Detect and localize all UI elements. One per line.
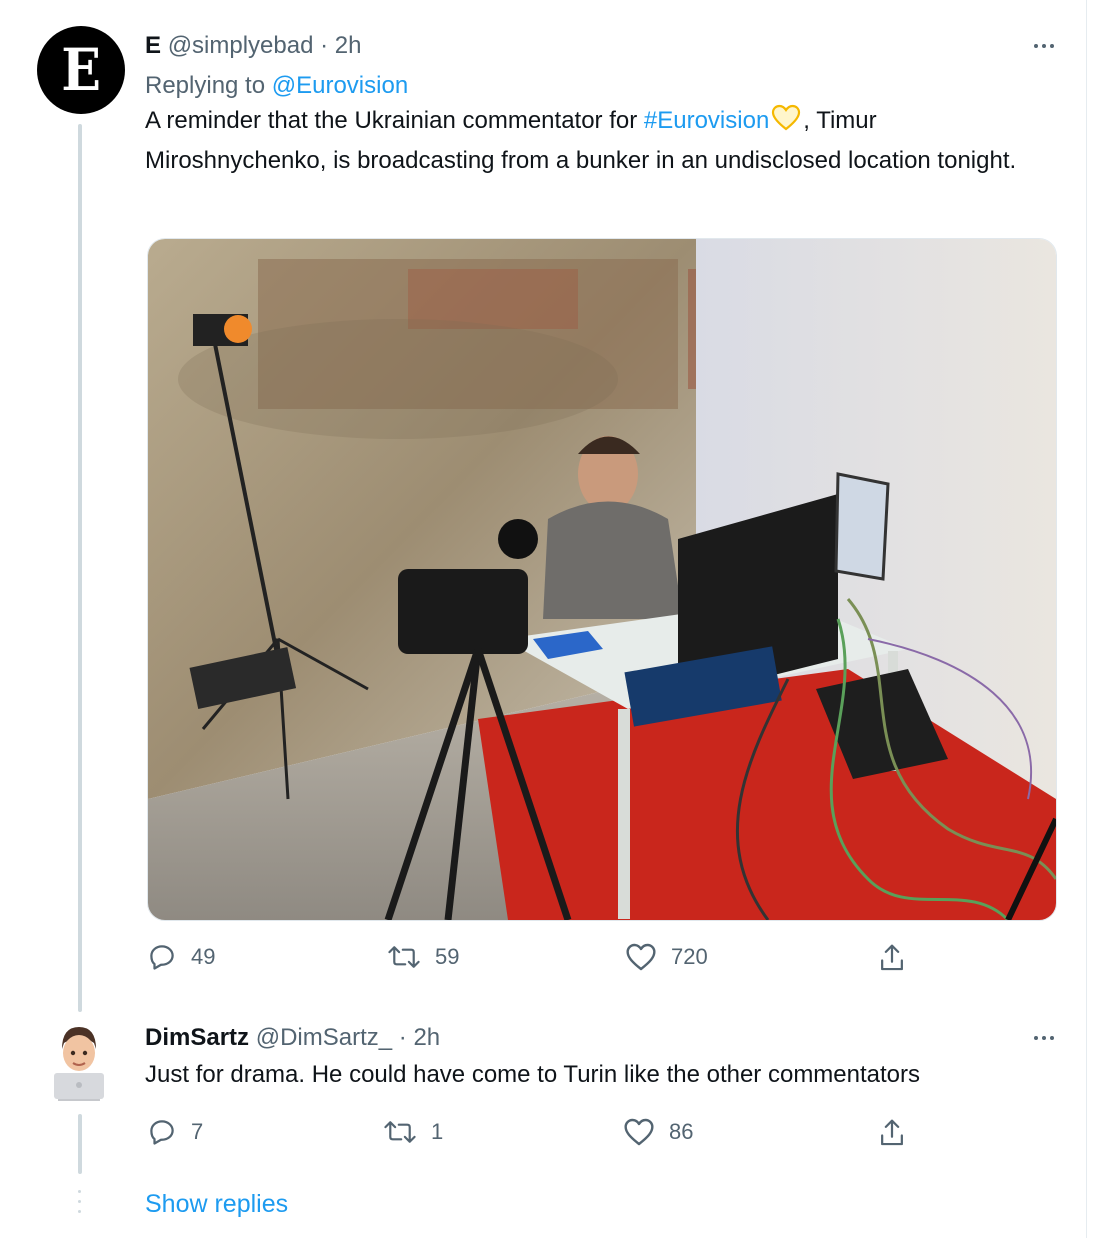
- tweet-header: DimSartz @DimSartz_ · 2h: [145, 1023, 1064, 1053]
- share-button[interactable]: [877, 942, 907, 974]
- heart-icon: [626, 943, 656, 971]
- photo-commentator-bunker: [148, 239, 1056, 920]
- share-icon: [881, 944, 903, 971]
- tweet-text: A reminder that the Ukrainian commentato…: [145, 103, 1064, 179]
- more-options-icon[interactable]: [1024, 1023, 1064, 1053]
- reply-button[interactable]: 7: [147, 1117, 203, 1147]
- replying-to-label: Replying to: [145, 72, 266, 99]
- tweet-actions: 7 1 86: [147, 1117, 927, 1157]
- tweet-2[interactable]: DimSartz @DimSartz_ · 2h Just for drama.…: [145, 1023, 1064, 1093]
- like-count: 720: [671, 944, 708, 969]
- show-replies-link[interactable]: Show replies: [145, 1190, 288, 1219]
- retweet-icon: [384, 1121, 416, 1143]
- heart-icon: [624, 1118, 654, 1146]
- user-handle[interactable]: @DimSartz_: [256, 1024, 392, 1051]
- reply-count: 7: [191, 1119, 204, 1144]
- avatar[interactable]: E: [37, 26, 125, 114]
- retweet-button[interactable]: 1: [383, 1117, 443, 1147]
- memoji-laptop-avatar[interactable]: [50, 1023, 108, 1103]
- separator-dot: ·: [320, 32, 329, 59]
- tweet-1[interactable]: E @simplyebad · 2h Replying to @Eurovisi…: [145, 31, 1064, 179]
- tweet-text: Just for drama. He could have come to Tu…: [145, 1061, 921, 1088]
- retweet-button[interactable]: 59: [387, 942, 459, 972]
- reply-button[interactable]: 49: [147, 942, 215, 972]
- timestamp[interactable]: 2h: [335, 32, 362, 59]
- timestamp[interactable]: 2h: [413, 1024, 440, 1051]
- thread-line-2: [78, 1114, 82, 1174]
- replying-to-link[interactable]: @Eurovision: [272, 72, 408, 99]
- tweet-photo[interactable]: [147, 238, 1057, 921]
- tweet-actions: 49 59 720: [147, 942, 927, 982]
- yellow-heart-icon: [771, 104, 801, 143]
- reply-icon: [150, 1120, 174, 1145]
- like-button[interactable]: 86: [623, 1117, 693, 1147]
- replying-to: Replying to @Eurovision: [145, 71, 1064, 101]
- retweet-count: 59: [435, 944, 460, 969]
- retweet-count: 1: [431, 1119, 444, 1144]
- user-handle[interactable]: @simplyebad: [168, 32, 314, 59]
- thread-dots: [78, 1190, 82, 1220]
- share-icon: [881, 1119, 903, 1146]
- like-count: 86: [669, 1119, 694, 1144]
- share-button[interactable]: [877, 1117, 907, 1149]
- like-button[interactable]: 720: [625, 942, 708, 972]
- more-options-icon[interactable]: [1024, 31, 1064, 61]
- reply-icon: [150, 945, 174, 970]
- hashtag-link[interactable]: #Eurovision: [644, 107, 769, 134]
- tweet-header: E @simplyebad · 2h: [145, 31, 1064, 61]
- display-name[interactable]: E: [145, 32, 161, 59]
- retweet-icon: [388, 946, 420, 968]
- thread-line-1: [78, 124, 82, 1012]
- display-name[interactable]: DimSartz: [145, 1024, 249, 1051]
- avatar-letter: E: [61, 36, 101, 104]
- tweet-text-part1: A reminder that the Ukrainian commentato…: [145, 107, 644, 134]
- separator-dot: ·: [398, 1024, 407, 1051]
- reply-count: 49: [191, 944, 216, 969]
